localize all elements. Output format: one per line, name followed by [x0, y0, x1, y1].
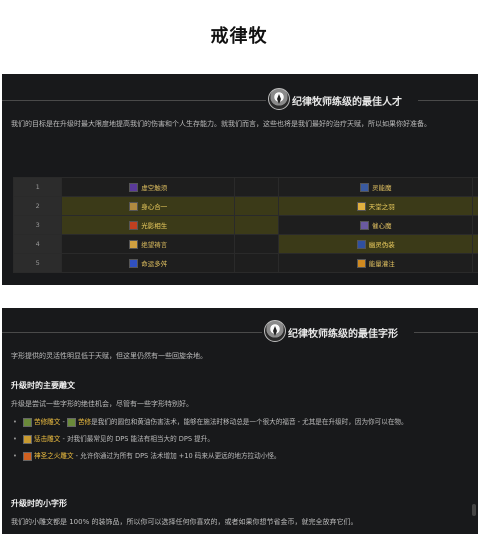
talent-icon: [356, 240, 366, 250]
list-item: 神圣之火雕文 - 允许你通过为所有 DPS 法术增加 +10 码来从更远的地方拉…: [11, 450, 478, 462]
talent-row: 5 命运多舛 能量灌注: [12, 253, 478, 273]
talent-name: 光影相生: [141, 221, 168, 230]
talent-option-edge: [472, 215, 478, 235]
talent-option-right[interactable]: 催心魔: [278, 215, 474, 235]
talent-level: 3: [12, 215, 63, 235]
talent-option-edge: [472, 253, 478, 273]
talent-option-right[interactable]: 能量灌注: [278, 253, 474, 273]
talent-option-edge: [472, 177, 478, 197]
glyph-icon: [23, 451, 32, 461]
talent-level: 1: [12, 177, 63, 197]
talent-option-right[interactable]: 天堂之羽: [278, 196, 474, 216]
talent-option-mid[interactable]: [234, 215, 280, 235]
talent-table: 1 虚空触须 灵能魔 2 身心合一 天堂之羽 3 光影相生 催心魔 4 绝望祷言 幽灵伪装 5 命运多舛 能…: [12, 177, 478, 273]
talent-icon: [129, 183, 139, 193]
talent-option-left[interactable]: 绝望祷言: [61, 234, 236, 254]
talent-option-left[interactable]: 命运多舛: [61, 253, 236, 273]
glyph-section-title: 纪律牧师练级的最佳字形: [288, 329, 398, 340]
talent-option-mid[interactable]: [234, 253, 280, 273]
talent-option-edge: [472, 234, 478, 254]
talent-row: 1 虚空触须 灵能魔: [12, 177, 478, 197]
talent-option-mid[interactable]: [234, 196, 280, 216]
talent-panel: 纪律牧师练级的最佳人才 我们的目标是在升级时最大限度地提高我们的伤害和个人生存能…: [2, 74, 478, 285]
minor-glyph-heading: 升级时的小字形: [11, 499, 67, 508]
talent-level: 5: [12, 253, 63, 273]
minor-glyph-description: 我们的小雕文都是 100% 的装饰品，所以你可以选择任何你喜欢的，或者如果你想节…: [11, 518, 358, 526]
glyph-text: 是我们的圆包和黄油伤害法术，能够在施法时移动总是一个很大的福音 - 尤其是在升级…: [91, 418, 408, 426]
talent-option-left[interactable]: 光影相生: [61, 215, 236, 235]
list-item: 惩击雕文 - 对我们最常见的 DPS 能法有相当大的 DPS 提升。: [11, 433, 478, 445]
divider: [418, 100, 478, 101]
glyph-description: 字形提供的灵活性明显低于天赋，但这里仍然有一些回旋余地。: [11, 352, 207, 360]
major-glyph-heading: 升级时的主要雕文: [11, 381, 75, 390]
divider: [414, 332, 478, 333]
talent-option-right[interactable]: 幽灵伪装: [278, 234, 474, 254]
glyph-icon: [23, 434, 32, 444]
talent-row: 2 身心合一 天堂之羽: [12, 196, 478, 216]
talent-section-title: 纪律牧师练级的最佳人才: [292, 97, 402, 108]
talent-icon: [129, 221, 139, 231]
talent-name: 虚空触须: [141, 183, 168, 192]
talent-name: 催心魔: [372, 221, 392, 230]
talent-level: 2: [12, 196, 63, 216]
talent-name: 幽灵伪装: [368, 240, 395, 249]
talent-option-mid[interactable]: [234, 234, 280, 254]
talent-icon: [129, 202, 139, 212]
talent-name: 天堂之羽: [368, 202, 395, 211]
talent-section-header: 纪律牧师练级的最佳人才: [2, 86, 478, 116]
talent-option-left[interactable]: 身心合一: [61, 196, 236, 216]
talent-option-right[interactable]: 灵能魔: [278, 177, 474, 197]
divider: [2, 332, 262, 333]
divider: [2, 100, 266, 101]
talent-row: 3 光影相生 催心魔: [12, 215, 478, 235]
talent-icon: [356, 202, 366, 212]
talent-name: 绝望祷言: [141, 240, 168, 249]
spell-icon: [66, 417, 76, 427]
glyph-icon: [23, 417, 32, 427]
glyph-link[interactable]: 苦修雕文: [34, 418, 60, 426]
talent-name: 灵能魔: [372, 183, 392, 192]
separator: -: [60, 435, 67, 443]
talent-name: 能量灌注: [368, 259, 395, 268]
separator: -: [60, 418, 67, 426]
priest-emblem-icon: [268, 88, 290, 110]
talent-option-left[interactable]: 虚空触须: [61, 177, 236, 197]
glyph-link[interactable]: 神圣之火雕文: [34, 452, 74, 460]
talent-icon: [129, 259, 139, 269]
talent-name: 身心合一: [141, 202, 168, 211]
scroll-indicator[interactable]: [472, 504, 476, 516]
major-glyph-description: 升级是尝试一些字形的绝佳机会，尽管有一些字形特别好。: [11, 400, 193, 408]
list-item: 苦修雕文 - 苦修是我们的圆包和黄油伤害法术，能够在施法时移动总是一个很大的福音…: [11, 416, 478, 428]
glyph-link[interactable]: 惩击雕文: [34, 435, 60, 443]
talent-icon: [360, 183, 370, 193]
glyph-section-header: 纪律牧师练级的最佳字形: [2, 318, 478, 348]
talent-icon: [360, 221, 370, 231]
glyph-text: 允许你通过为所有 DPS 法术增加 +10 码来从更远的地方拉动小怪。: [80, 452, 281, 460]
page-title: 戒律牧: [210, 26, 268, 47]
talent-name: 命运多舛: [141, 259, 168, 268]
talent-icon: [356, 259, 366, 269]
talent-option-mid[interactable]: [234, 177, 280, 197]
talent-row: 4 绝望祷言 幽灵伪装: [12, 234, 478, 254]
priest-emblem-icon: [264, 320, 286, 342]
talent-option-edge: [472, 196, 478, 216]
talent-icon: [129, 240, 139, 250]
glyph-panel: 纪律牧师练级的最佳字形 字形提供的灵活性明显低于天赋，但这里仍然有一些回旋余地。…: [2, 308, 478, 534]
spell-link[interactable]: 苦修: [78, 418, 91, 426]
talent-description: 我们的目标是在升级时最大限度地提高我们的伤害和个人生存能力。就我们而言，这些也将…: [11, 120, 431, 128]
glyph-text: 对我们最常见的 DPS 能法有相当大的 DPS 提升。: [66, 435, 214, 443]
major-glyph-list: 苦修雕文 - 苦修是我们的圆包和黄油伤害法术，能够在施法时移动总是一个很大的福音…: [11, 416, 478, 467]
talent-level: 4: [12, 234, 63, 254]
